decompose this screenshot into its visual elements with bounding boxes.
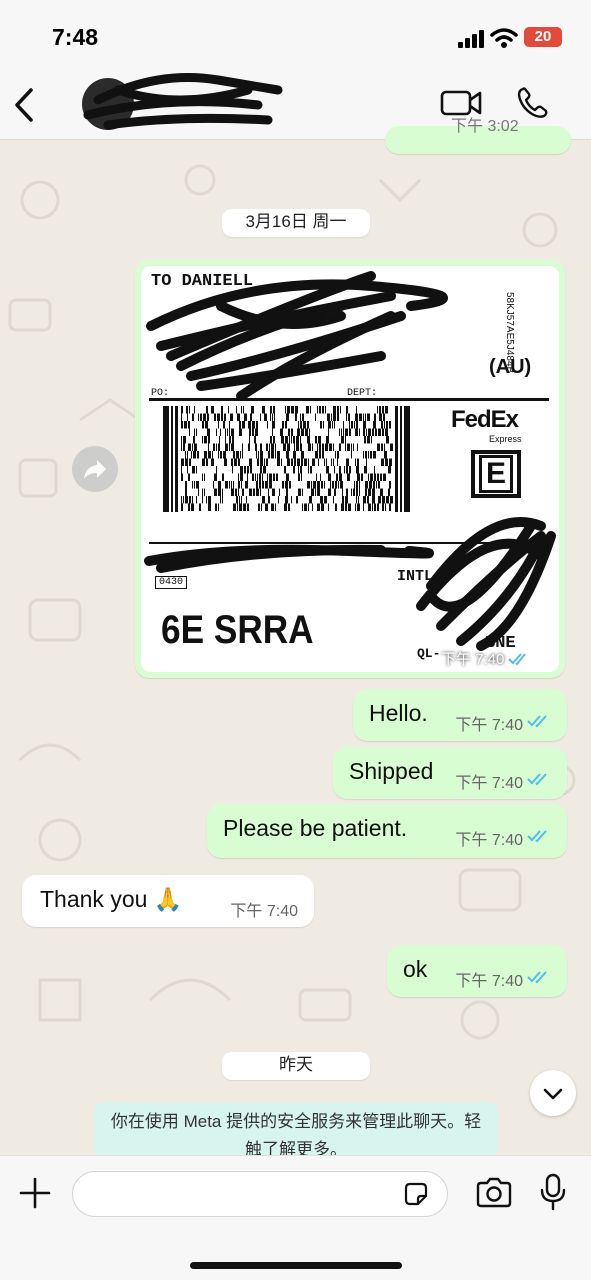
outgoing-message[interactable]: Hello. 下午 7:40: [353, 689, 567, 741]
composer-bar: [0, 1155, 591, 1280]
image-time: 下午 7:40: [441, 651, 505, 668]
double-check-icon: [527, 715, 547, 728]
message-time: 下午 7:40: [455, 717, 523, 734]
date-divider: 3月16日 周一: [222, 209, 370, 237]
status-bar: 7:48 20: [0, 0, 591, 70]
message-text: Shipped: [349, 758, 434, 784]
date-text-2: 昨天: [279, 1055, 313, 1074]
message-time: 下午 7:40: [455, 775, 523, 792]
sticker-icon[interactable]: [402, 1180, 430, 1208]
outgoing-message[interactable]: ok 下午 7:40: [387, 945, 567, 997]
double-check-icon: [527, 830, 547, 843]
message-time: 下午 7:40: [455, 832, 523, 849]
image-timestamp: 下午 7:40: [441, 648, 530, 669]
message-text: Please be patient.: [223, 815, 408, 841]
message-text: Thank you 🙏: [40, 886, 183, 912]
incoming-message[interactable]: Thank you 🙏 下午 7:40: [22, 875, 314, 927]
message-time: 下午 7:40: [455, 973, 523, 990]
cellular-signal-icon: [458, 30, 484, 48]
microphone-icon[interactable]: [538, 1172, 568, 1212]
encryption-system-message[interactable]: 你在使用 Meta 提供的安全服务来管理此聊天。轻触了解更多。: [94, 1102, 498, 1158]
plus-icon[interactable]: [18, 1176, 52, 1210]
battery-indicator: 20: [524, 27, 562, 47]
home-indicator: [190, 1262, 402, 1269]
image-message-bubble[interactable]: TO DANIELL (AU) 58KJ57AE5J484B PO: DEPT:…: [135, 260, 565, 678]
double-check-icon: [527, 971, 547, 984]
message-time: 下午 3:02: [451, 118, 519, 135]
outgoing-message[interactable]: Shipped 下午 7:40: [333, 747, 567, 799]
message-text: Hello.: [369, 700, 428, 726]
chevron-down-icon: [543, 1088, 563, 1100]
redaction-scribble: [144, 271, 556, 651]
shipping-label-image[interactable]: TO DANIELL (AU) 58KJ57AE5J484B PO: DEPT:…: [141, 266, 559, 672]
forward-arrow-icon: [84, 460, 106, 479]
message-bubble-partial[interactable]: 下午 3:02: [385, 118, 571, 154]
chevron-left-icon[interactable]: [12, 86, 36, 124]
outgoing-message[interactable]: Please be patient. 下午 7:40: [207, 804, 567, 858]
chat-area[interactable]: 下午 3:02 3月16日 周一 TO DANIELL (AU) 58KJ57A…: [0, 118, 591, 1158]
status-time: 7:48: [52, 24, 99, 50]
message-text: ok: [403, 956, 428, 982]
date-text: 3月16日 周一: [245, 212, 347, 231]
message-time: 下午 7:40: [230, 903, 298, 920]
redacted-contact-name[interactable]: [78, 70, 288, 136]
message-input[interactable]: [72, 1171, 448, 1217]
double-check-icon: [527, 773, 547, 786]
double-check-icon: [508, 652, 527, 665]
camera-icon[interactable]: [475, 1176, 513, 1210]
system-message-text: 你在使用 Meta 提供的安全服务来管理此聊天。轻触了解更多。: [110, 1112, 482, 1158]
date-divider-2: 昨天: [222, 1052, 370, 1080]
phone-icon[interactable]: [516, 86, 550, 120]
forward-button[interactable]: [72, 446, 118, 492]
scroll-to-bottom-button[interactable]: [530, 1070, 576, 1116]
wifi-icon: [490, 28, 518, 48]
